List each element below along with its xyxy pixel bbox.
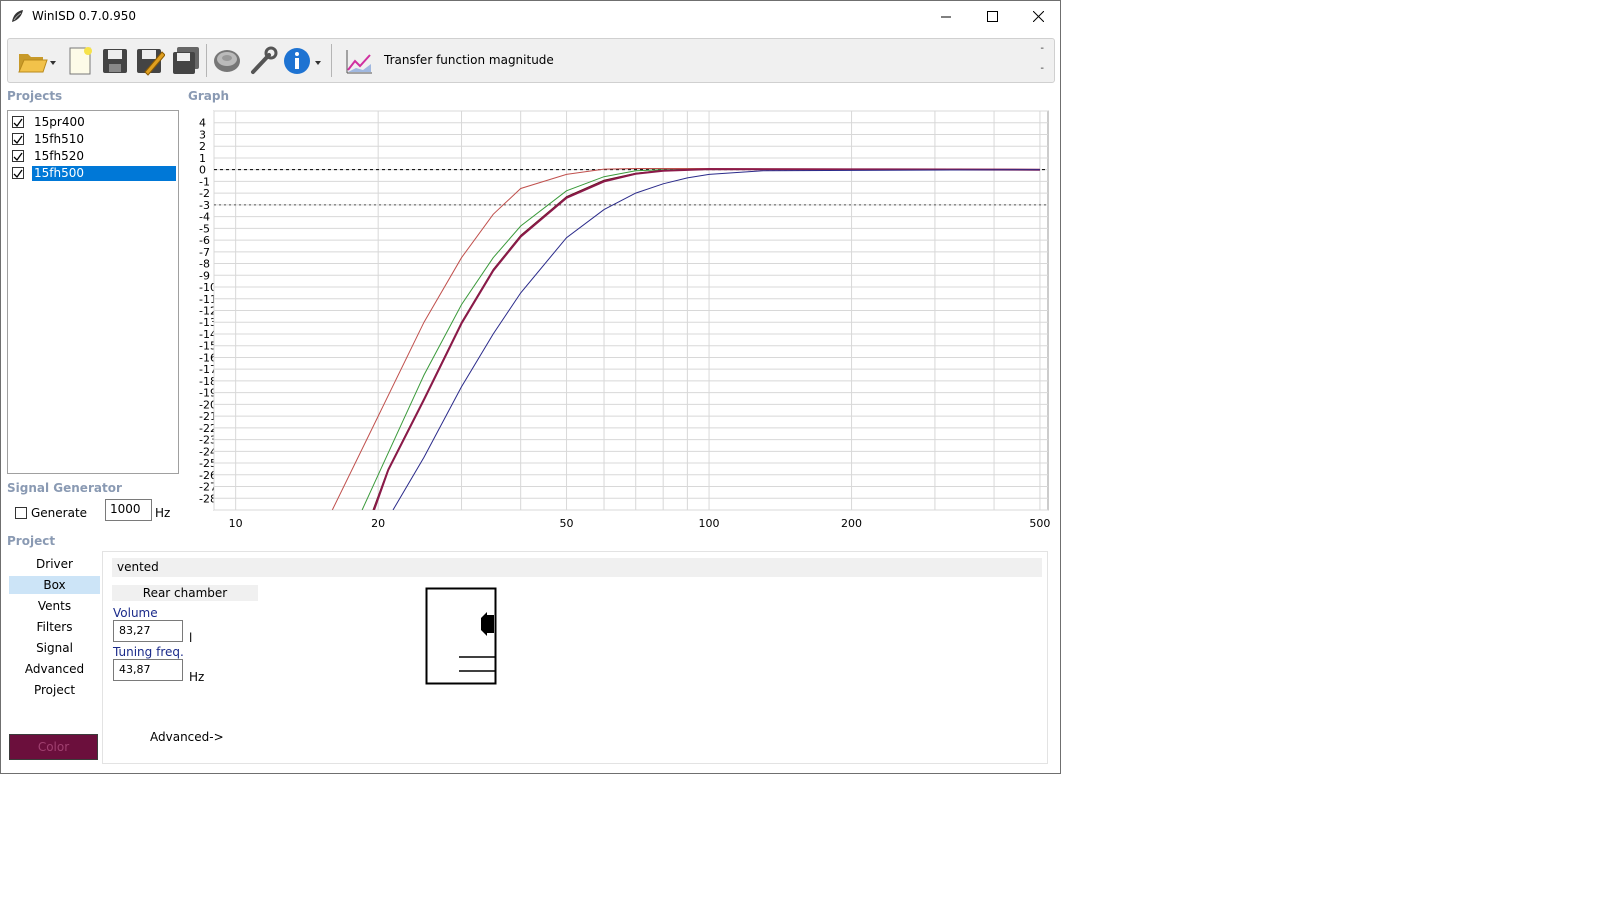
project-checkbox[interactable]: [12, 116, 24, 128]
project-item[interactable]: 15fh510: [10, 131, 176, 148]
toolbar-separator: [206, 44, 207, 77]
tuning-unit: Hz: [189, 670, 205, 684]
help-button[interactable]: [282, 44, 324, 78]
nav-box[interactable]: Box: [9, 576, 100, 594]
maximize-button[interactable]: [969, 1, 1015, 32]
box-type-label: vented: [112, 558, 1042, 577]
rear-chamber-header: Rear chamber: [112, 585, 258, 601]
checkmark-icon: [13, 169, 23, 179]
tuning-input[interactable]: 43,87: [113, 659, 183, 681]
tuning-label: Tuning freq.: [113, 645, 184, 659]
x-tick-label: 20: [371, 517, 385, 530]
x-tick-label: 200: [841, 517, 862, 530]
volume-input[interactable]: 83,27: [113, 620, 183, 642]
projects-label: Projects: [7, 89, 63, 103]
frequency-unit: Hz: [155, 506, 171, 520]
generate-label: Generate: [31, 506, 88, 520]
projects-list: 15pr400 15fh510 15fh520 15fh500: [7, 110, 179, 474]
nav-signal[interactable]: Signal: [9, 639, 100, 657]
minimize-button[interactable]: [923, 1, 969, 32]
project-name[interactable]: 15fh510: [32, 132, 86, 147]
new-document-icon: [69, 47, 92, 75]
x-tick-label: 10: [229, 517, 243, 530]
frequency-input[interactable]: 1000: [105, 499, 152, 521]
project-name[interactable]: 15fh520: [32, 149, 86, 164]
app-icon: [12, 10, 23, 22]
folder-open-icon: [18, 54, 56, 73]
toolbar-dash: -: [1040, 63, 1044, 74]
project-checkbox[interactable]: [12, 167, 24, 179]
save-as-button[interactable]: [134, 44, 166, 78]
box-panel: vented Rear chamber Volume 83,27 l Tunin…: [102, 551, 1048, 764]
toolbar-separator: [331, 44, 332, 77]
project-checkbox[interactable]: [12, 150, 24, 162]
color-button[interactable]: Color: [9, 734, 98, 760]
checkmark-icon: [13, 118, 23, 128]
nav-driver[interactable]: Driver: [9, 555, 100, 573]
new-project-button[interactable]: [64, 44, 96, 78]
graph-label: Graph: [188, 89, 229, 103]
project-item-selected[interactable]: 15fh500: [10, 165, 177, 182]
minimize-icon: [941, 16, 951, 17]
project-checkbox[interactable]: [12, 133, 24, 145]
driver-editor-button[interactable]: [211, 44, 243, 78]
signal-generator-label: Signal Generator: [7, 481, 122, 495]
wrench-icon: [251, 46, 278, 74]
graph-type-button[interactable]: [338, 44, 380, 78]
graph-type-label[interactable]: Transfer function magnitude: [384, 53, 554, 67]
close-icon: [1032, 11, 1044, 22]
generate-checkbox[interactable]: [15, 507, 27, 519]
vented-box-diagram: [425, 587, 497, 685]
close-button[interactable]: [1015, 1, 1061, 32]
checkmark-icon: [13, 152, 23, 162]
project-name[interactable]: 15fh500: [31, 165, 177, 182]
winisd-window: WinISD 0.7.0.950 Transfer function magni…: [0, 0, 1061, 774]
open-project-button[interactable]: [14, 44, 58, 78]
title-bar[interactable]: WinISD 0.7.0.950: [1, 1, 1060, 32]
save-all-button[interactable]: [170, 44, 202, 78]
advanced-link[interactable]: Advanced->: [150, 730, 224, 744]
project-name[interactable]: 15pr400: [32, 115, 87, 130]
speaker-driver-icon: [214, 50, 240, 72]
x-tick-label: 50: [560, 517, 574, 530]
graph-line-icon: [346, 50, 372, 74]
window-title: WinISD 0.7.0.950: [32, 9, 137, 23]
save-button[interactable]: [99, 44, 131, 78]
project-item[interactable]: 15pr400: [10, 114, 176, 131]
transfer-function-graph[interactable]: 43210-1-2-3-4-5-6-7-8-9-10-11-12-13-14-1…: [181, 105, 1061, 535]
toolbar: Transfer function magnitude - -: [7, 38, 1055, 83]
x-tick-label: 500: [1029, 517, 1050, 530]
volume-unit: l: [189, 631, 193, 645]
nav-filters[interactable]: Filters: [9, 618, 100, 636]
save-edit-icon: [137, 49, 165, 76]
project-item[interactable]: 15fh520: [10, 148, 176, 165]
x-tick-label: 100: [699, 517, 720, 530]
nav-vents[interactable]: Vents: [9, 597, 100, 615]
nav-advanced[interactable]: Advanced: [9, 660, 100, 678]
maximize-icon: [986, 11, 998, 22]
project-section-label: Project: [7, 534, 56, 548]
toolbar-dash: -: [1040, 43, 1044, 54]
volume-label: Volume: [113, 606, 158, 620]
nav-project[interactable]: Project: [9, 681, 100, 699]
save-all-icon: [173, 47, 199, 74]
info-icon: [284, 48, 321, 74]
options-button[interactable]: [247, 44, 279, 78]
checkmark-icon: [13, 135, 23, 145]
save-icon: [103, 49, 127, 73]
